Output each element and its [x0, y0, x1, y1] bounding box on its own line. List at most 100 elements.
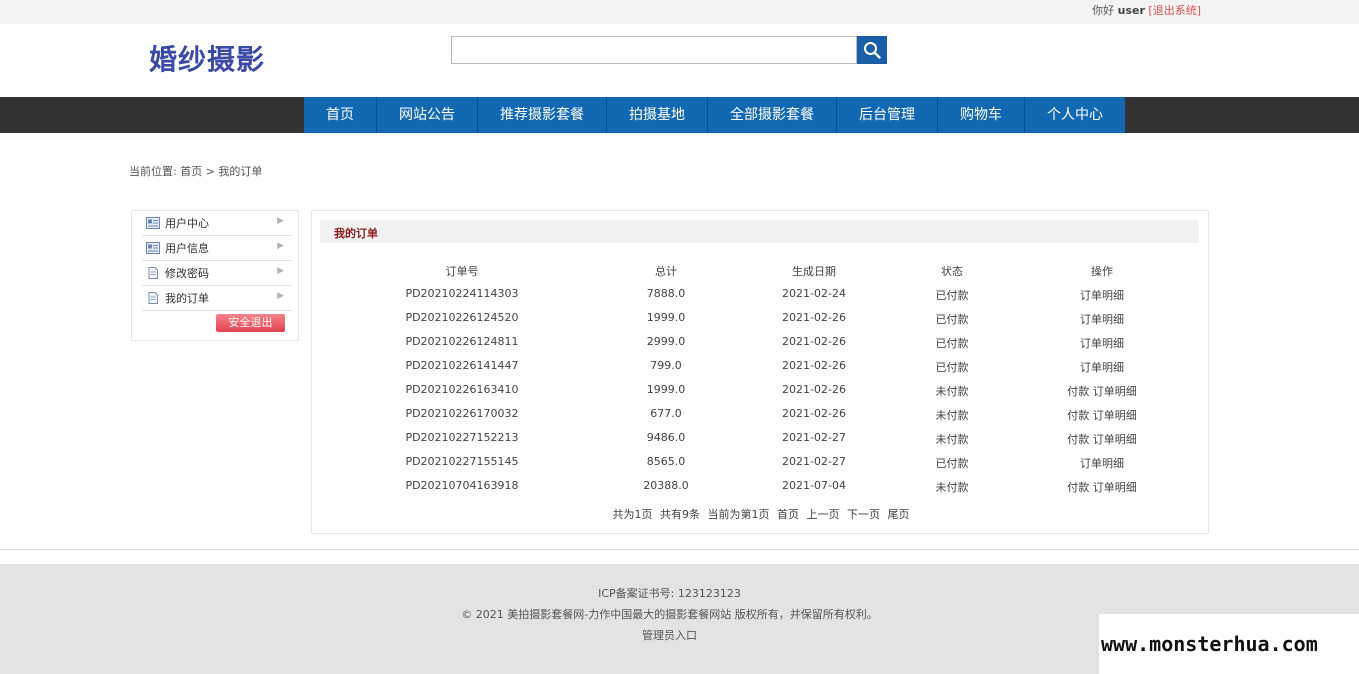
pay-link[interactable]: 付款	[1067, 481, 1089, 494]
order-detail-link[interactable]: 订单明细	[1093, 433, 1137, 446]
order-status: 未付款	[935, 385, 969, 398]
order-total: 1999.0	[646, 383, 686, 396]
order-id: PD20210224114303	[405, 287, 519, 300]
order-id: PD20210227152213	[405, 431, 519, 444]
order-status: 未付款	[935, 481, 969, 494]
order-date: 2021-02-27	[782, 455, 846, 468]
order-actions: 订单明细	[1032, 335, 1172, 351]
pager-pages: 共为1页	[612, 508, 653, 521]
order-status: 已付款	[935, 337, 969, 350]
user-card-icon	[146, 242, 160, 254]
pager-last-link[interactable]: 尾页	[888, 508, 910, 521]
pager-next-link[interactable]: 下一页	[847, 508, 880, 521]
nav-recommended-packages[interactable]: 推荐摄影套餐	[478, 97, 607, 133]
search-button[interactable]	[857, 36, 887, 64]
nav-shooting-bases[interactable]: 拍摄基地	[607, 97, 708, 133]
order-total: 799.0	[650, 359, 682, 372]
order-actions: 付款 订单明细	[1032, 383, 1172, 399]
sidebar: 用户中心 ▶ 用户信息 ▶ 修改密码 ▶ 我的订单 ▶ 安全退出	[131, 210, 299, 341]
safe-exit-button[interactable]: 安全退出	[216, 314, 285, 332]
order-total: 677.0	[650, 407, 682, 420]
search-icon	[864, 42, 881, 59]
order-date: 2021-02-27	[782, 431, 846, 444]
document-icon	[148, 292, 158, 304]
order-detail-link[interactable]: 订单明细	[1093, 481, 1137, 494]
header-order-id: 订单号	[445, 265, 479, 278]
order-detail-link[interactable]: 订单明细	[1080, 289, 1124, 302]
order-status: 已付款	[935, 361, 969, 374]
nav-admin[interactable]: 后台管理	[837, 97, 938, 133]
nav-announcements[interactable]: 网站公告	[377, 97, 478, 133]
order-date: 2021-02-26	[782, 407, 846, 420]
order-total: 2999.0	[646, 335, 686, 348]
order-total: 1999.0	[646, 311, 686, 324]
order-total: 7888.0	[646, 287, 686, 300]
order-id: PD20210226124811	[405, 335, 519, 348]
header-actions: 操作	[1091, 265, 1113, 278]
pager-prev-link[interactable]: 上一页	[807, 508, 840, 521]
site-logo[interactable]: 婚纱摄影	[149, 38, 265, 78]
order-total: 20388.0	[643, 479, 689, 492]
pager-first-link[interactable]: 首页	[777, 508, 799, 521]
order-status: 未付款	[935, 409, 969, 422]
document-icon	[148, 267, 158, 279]
sidebar-item-user-center[interactable]: 用户中心 ▶	[142, 211, 292, 236]
user-greeting: 你好 user [退出系统]	[1092, 2, 1201, 18]
order-date: 2021-02-26	[782, 335, 846, 348]
order-status: 已付款	[935, 313, 969, 326]
search-input[interactable]	[451, 36, 857, 64]
top-bar: 你好 user [退出系统]	[0, 0, 1359, 24]
order-date: 2021-02-26	[782, 383, 846, 396]
orders-panel-header: 我的订单	[320, 220, 1199, 243]
order-total: 9486.0	[646, 431, 686, 444]
header-status: 状态	[941, 265, 963, 278]
order-actions: 订单明细	[1032, 311, 1172, 327]
order-date: 2021-02-26	[782, 359, 846, 372]
order-status: 未付款	[935, 433, 969, 446]
arrow-right-icon: ▶	[277, 291, 284, 301]
nav-cart[interactable]: 购物车	[938, 97, 1025, 133]
order-detail-link[interactable]: 订单明细	[1080, 313, 1124, 326]
order-status: 已付款	[935, 457, 969, 470]
arrow-right-icon: ▶	[277, 216, 284, 226]
order-date: 2021-02-26	[782, 311, 846, 324]
order-detail-link[interactable]: 订单明细	[1080, 337, 1124, 350]
order-detail-link[interactable]: 订单明细	[1080, 457, 1124, 470]
pay-link[interactable]: 付款	[1067, 433, 1089, 446]
order-total: 8565.0	[646, 455, 686, 468]
username: user	[1117, 4, 1145, 17]
order-detail-link[interactable]: 订单明细	[1080, 361, 1124, 374]
pay-link[interactable]: 付款	[1067, 409, 1089, 422]
order-actions: 付款 订单明细	[1032, 431, 1172, 447]
watermark: www.monsterhua.com	[1099, 614, 1359, 674]
order-detail-link[interactable]: 订单明细	[1093, 409, 1137, 422]
order-id: PD20210226163410	[405, 383, 519, 396]
arrow-right-icon: ▶	[277, 266, 284, 276]
nav-personal-center[interactable]: 个人中心	[1025, 97, 1125, 133]
order-date: 2021-07-04	[782, 479, 846, 492]
logout-link[interactable]: [退出系统]	[1148, 4, 1201, 17]
main-nav: 首页 网站公告 推荐摄影套餐 拍摄基地 全部摄影套餐 后台管理 购物车 个人中心	[304, 97, 1125, 133]
orders-panel: 我的订单 订单号 总计 生成日期 状态 操作 PD20210224114303 …	[311, 210, 1209, 534]
pay-link[interactable]: 付款	[1067, 385, 1089, 398]
order-detail-link[interactable]: 订单明细	[1093, 385, 1137, 398]
sidebar-item-user-info[interactable]: 用户信息 ▶	[142, 236, 292, 261]
icp-number: ICP备案证书号: 123123123	[598, 587, 741, 600]
greeting-text: 你好	[1092, 4, 1115, 17]
order-id: PD20210227155145	[405, 455, 519, 468]
admin-entry-text[interactable]: 管理员入口	[642, 629, 697, 642]
sidebar-item-label: 用户信息	[165, 242, 209, 255]
footer-divider	[0, 549, 1359, 550]
sidebar-item-label: 用户中心	[165, 217, 209, 230]
sidebar-item-my-orders[interactable]: 我的订单 ▶	[142, 286, 292, 311]
sidebar-item-label: 我的订单	[165, 292, 209, 305]
order-actions: 订单明细	[1032, 455, 1172, 471]
nav-all-packages[interactable]: 全部摄影套餐	[708, 97, 837, 133]
sidebar-item-label: 修改密码	[165, 267, 209, 280]
pager-current: 当前为第1页	[707, 508, 770, 521]
sidebar-item-change-password[interactable]: 修改密码 ▶	[142, 261, 292, 286]
order-status: 已付款	[935, 289, 969, 302]
nav-home[interactable]: 首页	[304, 97, 377, 133]
pager-count: 共有9条	[660, 508, 700, 521]
header: 婚纱摄影	[0, 24, 1359, 97]
